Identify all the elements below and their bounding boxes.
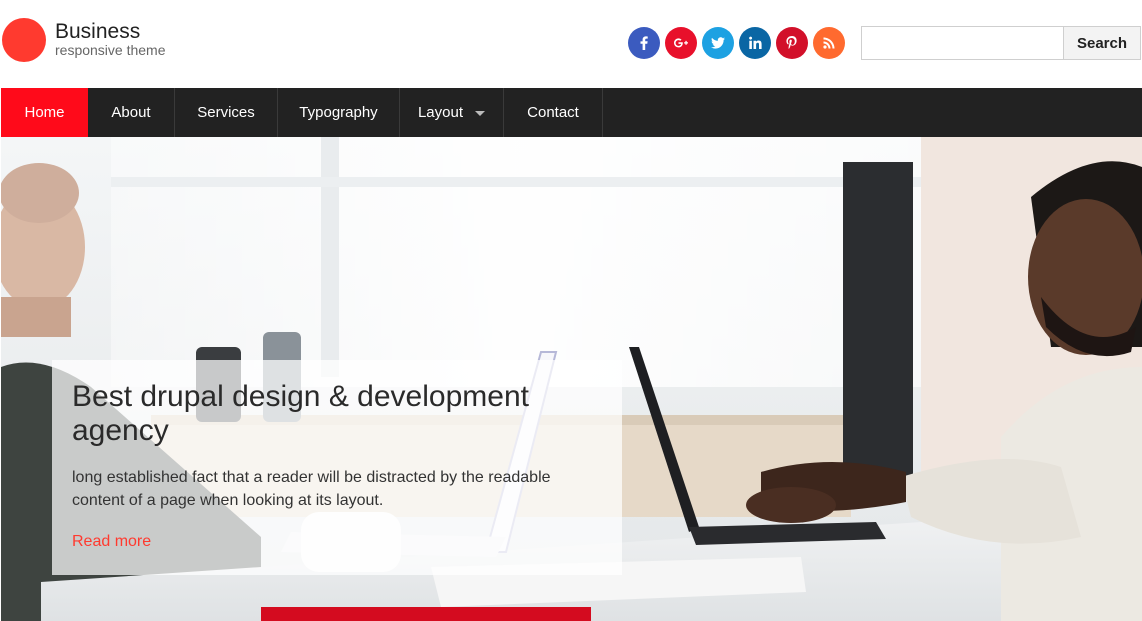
hero-text: long established fact that a reader will… <box>72 469 551 509</box>
search-input[interactable] <box>861 26 1064 60</box>
facebook-icon[interactable] <box>628 27 660 59</box>
rss-icon[interactable] <box>813 27 845 59</box>
nav-item-services[interactable]: Services <box>175 88 278 137</box>
social-links <box>628 27 845 59</box>
nav-item-label: Services <box>197 104 255 121</box>
twitter-icon[interactable] <box>702 27 734 59</box>
search-button[interactable]: Search <box>1063 26 1141 60</box>
nav-item-layout[interactable]: Layout <box>400 88 504 137</box>
site-logo[interactable] <box>2 18 46 62</box>
main-navigation: Home About Services Typography Layout Co… <box>1 88 1142 137</box>
google-plus-icon[interactable] <box>665 27 697 59</box>
hero-caption: Best drupal design & development agency … <box>52 360 622 575</box>
read-more-link[interactable]: Read more <box>72 533 151 551</box>
site-slogan: responsive theme <box>55 42 166 58</box>
nav-item-typography[interactable]: Typography <box>278 88 400 137</box>
hero-title: Best drupal design & development agency <box>72 380 529 447</box>
linkedin-icon[interactable] <box>739 27 771 59</box>
nav-item-label: About <box>111 104 151 121</box>
chevron-down-icon <box>475 111 486 116</box>
hero-slider: Best drupal design & development agency … <box>1 137 1142 621</box>
site-header: Business responsive theme Search <box>0 0 1142 88</box>
pinterest-icon[interactable] <box>776 27 808 59</box>
nav-item-label: Layout <box>417 104 464 121</box>
nav-item-home[interactable]: Home <box>1 88 88 137</box>
nav-item-label: Contact <box>527 104 579 121</box>
nav-item-label: Home <box>24 104 65 121</box>
nav-item-about[interactable]: About <box>88 88 175 137</box>
nav-item-contact[interactable]: Contact <box>504 88 603 137</box>
site-name[interactable]: Business <box>55 21 140 43</box>
nav-item-label: Typography <box>299 104 378 121</box>
